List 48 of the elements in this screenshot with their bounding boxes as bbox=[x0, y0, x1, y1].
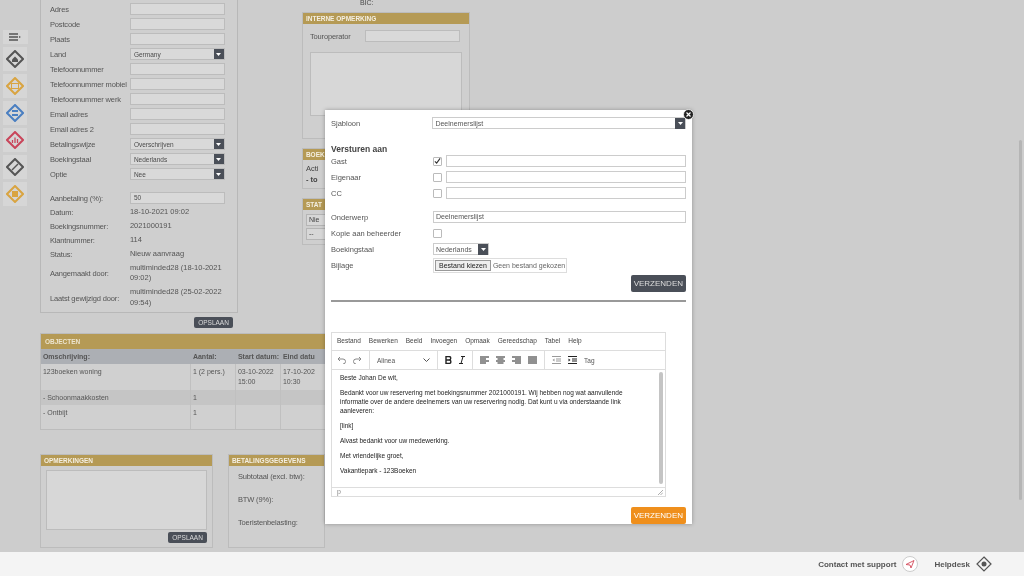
text-input[interactable] bbox=[129, 78, 225, 90]
text-input[interactable] bbox=[129, 3, 225, 15]
align-right-icon[interactable] bbox=[512, 356, 522, 364]
link-icon[interactable] bbox=[6, 158, 24, 176]
undo-icon[interactable] bbox=[337, 356, 346, 364]
note-textarea[interactable] bbox=[309, 52, 462, 116]
close-icon[interactable] bbox=[683, 109, 694, 120]
text-input[interactable] bbox=[129, 93, 225, 105]
chart-icon[interactable] bbox=[6, 131, 24, 149]
dropdown-arrow-icon bbox=[213, 154, 224, 164]
card-icon[interactable] bbox=[6, 77, 24, 95]
send-button[interactable]: VERZENDEN bbox=[630, 275, 686, 292]
justify-icon[interactable] bbox=[528, 356, 538, 364]
chevron-down-icon bbox=[423, 358, 431, 362]
text-input[interactable] bbox=[129, 33, 225, 45]
text-input[interactable] bbox=[129, 108, 225, 120]
paper-plane-icon[interactable] bbox=[902, 556, 919, 572]
bold-icon[interactable] bbox=[445, 356, 453, 364]
dropdown-arrow-icon bbox=[213, 49, 224, 59]
dropdown-arrow-icon bbox=[213, 169, 224, 179]
redo-icon[interactable] bbox=[353, 356, 362, 364]
remarks-textarea[interactable] bbox=[45, 470, 207, 531]
helpdesk-icon[interactable] bbox=[976, 556, 992, 572]
text-input[interactable] bbox=[129, 18, 225, 30]
align-left-icon[interactable] bbox=[480, 356, 490, 364]
email-input[interactable] bbox=[446, 171, 686, 183]
note-icon[interactable] bbox=[6, 185, 24, 203]
text-input[interactable] bbox=[364, 30, 460, 42]
indent-icon[interactable] bbox=[568, 356, 578, 364]
checkbox[interactable] bbox=[433, 172, 442, 182]
checkbox[interactable] bbox=[433, 228, 442, 238]
text-input[interactable] bbox=[129, 63, 225, 75]
outdent-icon[interactable] bbox=[552, 356, 562, 364]
email-input[interactable] bbox=[446, 187, 686, 199]
home-icon[interactable] bbox=[6, 50, 24, 68]
align-center-icon[interactable] bbox=[496, 356, 506, 364]
italic-icon[interactable] bbox=[459, 356, 466, 364]
support-link[interactable]: Contact met support bbox=[818, 559, 897, 569]
dropdown-arrow-icon bbox=[213, 139, 224, 149]
menu-icon[interactable] bbox=[3, 30, 28, 44]
scrollbar-thumb[interactable] bbox=[659, 372, 663, 484]
list-icon[interactable] bbox=[6, 104, 24, 122]
checkbox[interactable] bbox=[433, 188, 442, 198]
email-input[interactable] bbox=[446, 155, 686, 167]
helpdesk-link[interactable]: Helpdesk bbox=[934, 559, 970, 569]
resize-grip-icon[interactable] bbox=[658, 489, 663, 495]
checkbox[interactable] bbox=[433, 156, 442, 166]
text-input[interactable] bbox=[129, 123, 225, 135]
